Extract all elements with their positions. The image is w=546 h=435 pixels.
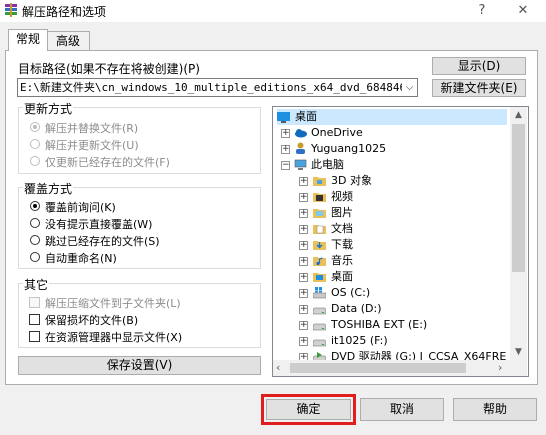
collapse-icon[interactable]: −: [281, 161, 290, 170]
radio-ask-before-overwrite-label: 覆盖前询问(K): [45, 201, 116, 214]
drive-icon: [313, 307, 326, 315]
desktop-icon: [277, 112, 290, 123]
tab-advanced[interactable]: 高级: [46, 31, 90, 51]
scroll-left-icon[interactable]: ‹: [276, 361, 286, 375]
tree-horizontal-scroll-thumb[interactable]: [290, 363, 466, 373]
radio-ask-before-overwrite[interactable]: [30, 201, 40, 211]
scroll-up-icon[interactable]: ▲: [512, 110, 525, 120]
computer-icon: [294, 159, 307, 170]
expand-icon[interactable]: +: [299, 209, 308, 218]
checkbox-extract-to-subfolders[interactable]: [29, 297, 40, 308]
scroll-right-icon[interactable]: ›: [498, 361, 508, 375]
radio-skip-existing-label: 跳过已经存在的文件(S): [45, 235, 160, 248]
radio-auto-rename[interactable]: [30, 252, 40, 262]
radio-overwrite-without-prompt[interactable]: [30, 218, 40, 228]
overwrite-mode-title: 覆盖方式: [23, 180, 74, 197]
target-path-value: E:\新建文件夹\cn_windows_10_multiple_editions…: [20, 81, 413, 94]
expand-icon[interactable]: +: [299, 321, 308, 330]
expand-icon[interactable]: +: [299, 225, 308, 234]
expand-icon[interactable]: +: [299, 289, 308, 298]
misc-title: 其它: [23, 276, 50, 293]
radio-freshen-existing[interactable]: [30, 156, 40, 166]
expand-icon[interactable]: +: [299, 177, 308, 186]
checkbox-show-in-explorer-label: 在资源管理器中显示文件(X): [45, 331, 183, 344]
downloads-folder-icon: [313, 241, 326, 250]
expand-icon[interactable]: +: [281, 129, 290, 138]
target-path-combobox[interactable]: E:\新建文件夹\cn_windows_10_multiple_editions…: [17, 78, 418, 97]
close-icon[interactable]: ✕: [508, 0, 538, 22]
tree-item-label: it1025 (F:): [331, 334, 388, 347]
radio-extract-update-label: 解压并更新文件(U): [45, 139, 139, 152]
cancel-button[interactable]: 取消: [360, 398, 444, 421]
update-mode-title: 更新方式: [23, 100, 74, 117]
folder-3d-icon: [313, 177, 326, 186]
tree-vertical-scroll-thumb[interactable]: [512, 124, 525, 272]
music-folder-icon: [313, 257, 326, 266]
checkbox-show-in-explorer[interactable]: [29, 331, 40, 342]
scroll-corner: [510, 360, 527, 376]
target-path-label: 目标路径(如果不存在将被创建)(P): [18, 62, 200, 76]
radio-extract-replace-label: 解压并替换文件(R): [45, 122, 139, 135]
expand-icon[interactable]: +: [299, 273, 308, 282]
tree-item-desktop-root[interactable]: 桌面: [277, 109, 507, 125]
chevron-down-icon[interactable]: ⌵: [402, 79, 417, 96]
checkbox-extract-to-subfolders-label: 解压压缩文件到子文件夹(L): [45, 297, 181, 310]
expand-icon[interactable]: +: [299, 305, 308, 314]
tree-item-label: 下载: [331, 238, 353, 251]
tree-item-label: 桌面: [295, 110, 317, 123]
video-folder-icon: [313, 193, 326, 202]
desktop-folder-icon: [313, 273, 326, 282]
tree-item-label: 文档: [331, 222, 353, 235]
tree-item-label: 视频: [331, 190, 353, 203]
drive-icon: [313, 339, 326, 347]
tree-item-label: 音乐: [331, 254, 353, 267]
tree-item-label: OneDrive: [311, 126, 363, 139]
expand-icon[interactable]: +: [299, 337, 308, 346]
radio-auto-rename-label: 自动重命名(N): [45, 252, 117, 265]
tree-item-label: OS (C:): [331, 286, 371, 299]
cloud-icon: [295, 129, 307, 138]
drive-icon: [313, 323, 326, 331]
tree-item-label: Data (D:): [331, 302, 382, 315]
radio-freshen-existing-label: 仅更新已经存在的文件(F): [45, 156, 170, 169]
window-title: 解压路径和选项: [22, 5, 107, 19]
radio-extract-update[interactable]: [30, 139, 40, 149]
tree-item-label: Yuguang1025: [311, 142, 387, 155]
tree-item-label: 桌面: [331, 270, 353, 283]
winrar-app-icon: [5, 3, 17, 17]
tree-item-label: 此电脑: [311, 158, 344, 171]
show-button[interactable]: 显示(D): [432, 57, 526, 75]
expand-icon[interactable]: +: [299, 193, 308, 202]
radio-skip-existing[interactable]: [30, 235, 40, 245]
scroll-down-icon[interactable]: ▼: [512, 347, 525, 357]
expand-icon[interactable]: +: [299, 241, 308, 250]
ok-button[interactable]: 确定: [266, 399, 351, 420]
tree-item-label: TOSHIBA EXT (E:): [331, 318, 428, 331]
help-icon[interactable]: ?: [467, 0, 497, 22]
help-button[interactable]: 帮助: [453, 398, 537, 421]
tree-item-label: 3D 对象: [331, 174, 372, 187]
folder-tree[interactable]: 桌面 + OneDrive + Yuguang1025 − 此电脑 + 3D 对…: [272, 106, 529, 377]
expand-icon[interactable]: +: [299, 257, 308, 266]
documents-folder-icon: [313, 225, 326, 234]
save-settings-button[interactable]: 保存设置(V): [18, 356, 261, 375]
radio-overwrite-without-prompt-label: 没有提示直接覆盖(W): [45, 218, 153, 231]
tab-general[interactable]: 常规: [8, 29, 48, 51]
new-folder-button[interactable]: 新建文件夹(E): [432, 79, 526, 97]
radio-extract-replace[interactable]: [30, 122, 40, 132]
user-icon: [296, 142, 305, 154]
expand-icon[interactable]: +: [281, 145, 290, 154]
windows-drive-icon: [313, 287, 326, 299]
pictures-folder-icon: [313, 209, 326, 218]
checkbox-keep-broken-files[interactable]: [29, 314, 40, 325]
tree-item-label: 图片: [331, 206, 353, 219]
checkbox-keep-broken-files-label: 保留损坏的文件(B): [45, 314, 139, 327]
